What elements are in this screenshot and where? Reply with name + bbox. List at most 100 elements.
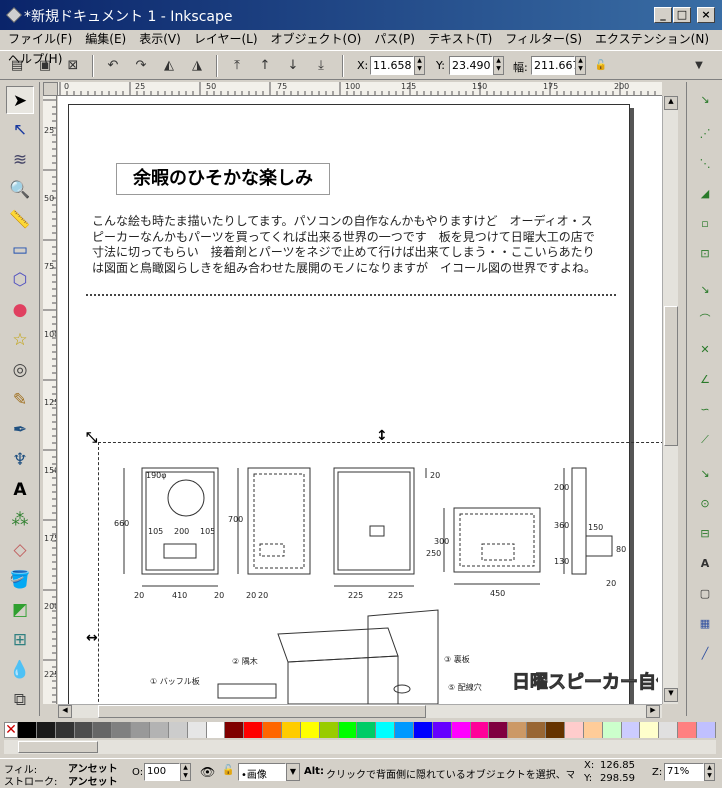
color-swatch[interactable] [602,722,622,738]
snap-guide-icon[interactable]: ╱ [693,642,717,666]
dropper-tool-icon[interactable]: 💧 [6,656,34,684]
menu-file[interactable]: ファイル(F) [0,28,77,48]
select-all-layers-icon[interactable]: ▣ [34,55,56,77]
snap-grid-icon[interactable]: ▦ [693,612,717,636]
snap-center-icon[interactable]: ↘ [693,462,717,486]
color-palette[interactable] [18,722,716,738]
spiral-tool-icon[interactable]: ◎ [6,356,34,384]
color-swatch[interactable] [150,722,169,738]
color-swatch[interactable] [564,722,584,738]
gradient-tool-icon[interactable]: ◩ [6,596,34,624]
snap-rotation-center-icon[interactable]: ⊙ [693,492,717,516]
layer-select[interactable]: •画像 [238,763,286,781]
palette-scrollbar[interactable] [4,740,716,754]
horizontal-ruler[interactable]: 0 25 50 75 100 125 150 175 200 [58,82,662,96]
color-swatch[interactable] [300,722,320,738]
zoom-spinner[interactable]: ▲ ▼ [704,763,715,781]
snap-cusp-icon[interactable]: ∠ [693,368,717,392]
scroll-right-icon[interactable]: ▶ [646,705,660,718]
x-spinner[interactable]: ▲ ▼ [414,56,425,75]
flip-vertical-icon[interactable]: ◮ [186,55,208,77]
palette-scroll-thumb[interactable] [18,741,98,753]
toolbar-overflow-icon[interactable]: ▼ [688,55,710,77]
snap-page-icon[interactable]: ▢ [693,582,717,606]
color-swatch[interactable] [282,722,301,738]
scale-handle-icon[interactable]: ↕ [376,428,388,444]
horizontal-scrollbar[interactable]: ◀ ▶ [58,704,662,718]
layer-lock-icon[interactable]: 🔓 [222,765,234,776]
horizontal-scroll-thumb[interactable] [98,705,426,718]
color-swatch[interactable] [131,722,151,738]
color-swatch[interactable] [395,722,415,738]
scroll-down-icon[interactable]: ▼ [664,688,678,702]
color-swatch[interactable] [263,722,283,738]
color-swatch[interactable] [357,722,377,738]
vertical-scrollbar[interactable]: ▲ ▼ [662,96,678,704]
menu-view[interactable]: 表示(V) [131,28,186,48]
speaker-drawing[interactable]: 190φ 660 105 200 105 20 410 20 700 20 20… [98,456,658,704]
color-swatch[interactable] [583,722,603,738]
select-all-icon[interactable]: ▤ [6,55,28,77]
y-spinner[interactable]: ▲ ▼ [493,56,504,75]
eye-icon[interactable]: 👁 [200,765,215,779]
color-swatch[interactable] [640,722,660,738]
width-spinner[interactable]: ▲ ▼ [575,56,586,75]
color-swatch[interactable] [55,722,75,738]
snap-smooth-icon[interactable]: ∽ [693,398,717,422]
menu-filters[interactable]: フィルター(S) [497,28,587,48]
menu-text[interactable]: テキスト(T) [420,28,497,48]
close-button[interactable]: × [697,7,715,23]
drawing-canvas[interactable]: 余暇のひそかな楽しみ こんな絵も時たま描いたりしてます。パソコンの自作なんかもや… [58,96,662,704]
color-swatch[interactable] [508,722,528,738]
raise-icon[interactable]: ↑ [254,55,276,77]
spray-tool-icon[interactable]: ⁂ [6,506,34,534]
document-body-text[interactable]: こんな絵も時たま描いたりしてます。パソコンの自作なんかもやりますけど オーディオ… [92,214,612,276]
color-swatch[interactable] [696,722,716,738]
menu-path[interactable]: パス(P) [366,28,420,48]
color-swatch[interactable] [451,722,471,738]
lower-to-bottom-icon[interactable]: ⤓ [310,55,332,77]
lower-icon[interactable]: ↓ [282,55,304,77]
snap-intersection-icon[interactable]: ✕ [693,338,717,362]
calligraphy-tool-icon[interactable]: ♆ [6,446,34,474]
tweak-tool-icon[interactable]: ≋ [6,146,34,174]
color-swatch[interactable] [338,722,358,738]
scroll-up-icon[interactable]: ▲ [664,96,678,110]
snap-text-icon[interactable]: A [693,552,717,576]
ellipse-tool-icon[interactable]: ● [6,296,34,324]
color-swatch[interactable] [36,722,56,738]
vertical-scroll-thumb[interactable] [664,306,678,446]
color-swatch[interactable] [187,722,207,738]
pencil-tool-icon[interactable]: ✎ [6,386,34,414]
color-swatch[interactable] [18,722,37,738]
snap-nodes-icon[interactable]: ↘ [693,278,717,302]
star-tool-icon[interactable]: ☆ [6,326,34,354]
color-swatch[interactable] [659,722,679,738]
color-swatch[interactable] [225,722,245,738]
eraser-tool-icon[interactable]: ◇ [6,536,34,564]
scroll-left-icon[interactable]: ◀ [58,705,72,718]
scale-handle-icon[interactable]: ↔ [86,630,98,646]
color-swatch[interactable] [206,722,226,738]
snap-midpoint-icon[interactable]: ⟋ [693,428,717,452]
opacity-input[interactable]: 100 [144,763,180,781]
color-swatch[interactable] [432,722,452,738]
snap-bbox-corner-icon[interactable]: ◢ [693,182,717,206]
color-swatch[interactable] [112,722,132,738]
snap-bbox-midpoint-icon[interactable]: ▫ [693,212,717,236]
vertical-ruler[interactable]: 25 50 75 100 125 150 175 200 225 [43,96,57,704]
connector-tool-icon[interactable]: ⧉ [6,686,34,714]
no-paint-swatch-icon[interactable]: ✕ [4,722,18,738]
node-tool-icon[interactable]: ↖ [6,116,34,144]
menu-extensions[interactable]: エクステンション(N) [587,28,714,48]
snap-bbox-edge-icon[interactable]: ⋱ [693,152,717,176]
paint-bucket-tool-icon[interactable]: 🪣 [6,566,34,594]
lock-icon[interactable]: 🔓 [590,55,612,77]
color-swatch[interactable] [414,722,433,738]
mesh-tool-icon[interactable]: ⊞ [6,626,34,654]
maximize-button[interactable]: □ [673,7,691,23]
color-swatch[interactable] [621,722,641,738]
menu-edit[interactable]: 編集(E) [77,28,131,48]
color-swatch[interactable] [244,722,264,738]
stroke-value[interactable]: アンセット [68,773,118,788]
